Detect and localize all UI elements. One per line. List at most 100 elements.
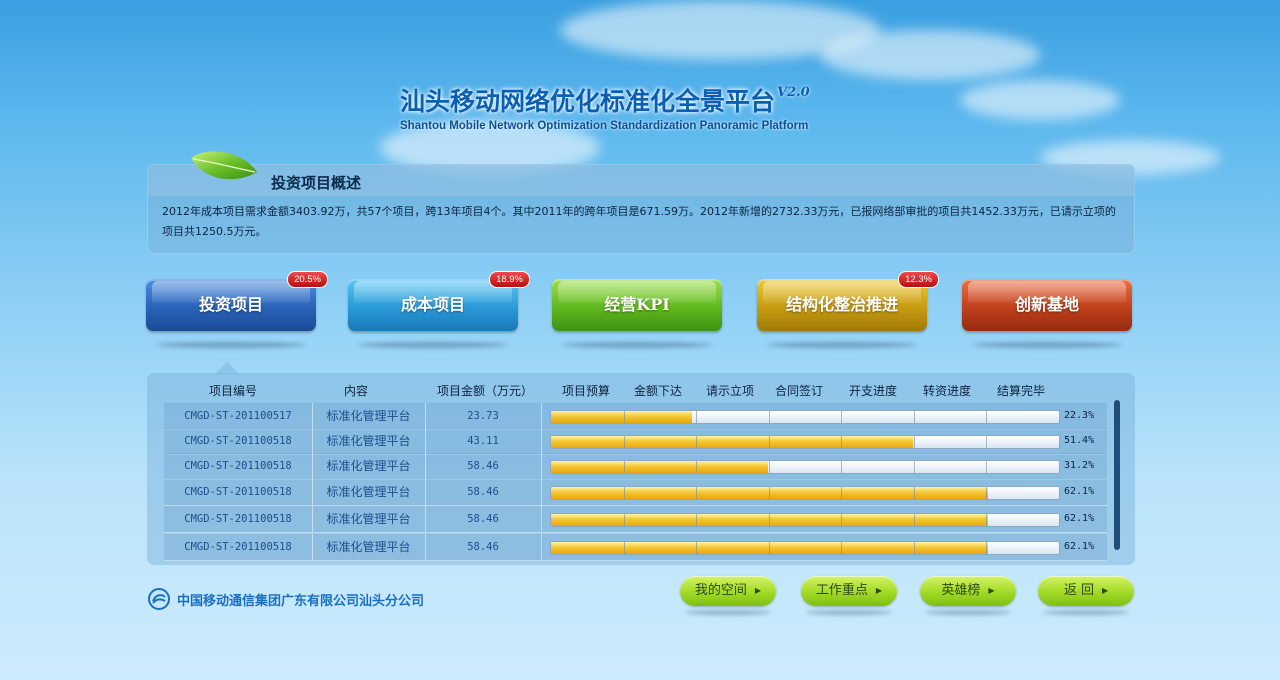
progress-fill: [551, 411, 692, 423]
my-space-button[interactable]: 我的空间 ▶: [680, 576, 776, 606]
arrow-right-icon: ▶: [754, 586, 762, 595]
button-shadow: [685, 610, 771, 615]
stage-divider: [986, 542, 988, 554]
stage-divider: [768, 436, 770, 448]
china-mobile-logo-icon: [148, 588, 170, 610]
work-focus-button[interactable]: 工作重点 ▶: [801, 576, 897, 606]
category-badge: 18.9%: [489, 271, 530, 288]
arrow-right-icon: ▶: [988, 586, 995, 595]
category-restructuring-button[interactable]: 结构化整治推进 12.3%: [757, 271, 939, 331]
project-code: CMGD-ST-201100518: [164, 534, 313, 560]
stage-divider: [696, 514, 698, 526]
stage-divider: [913, 461, 915, 473]
category-badge: 20.5%: [287, 271, 328, 288]
table-row[interactable]: CMGD-ST-201100518 标准化管理平台 58.46 62.1%: [164, 479, 1107, 506]
platform-title: 汕头移动网络优化标准化全景平台: [400, 87, 776, 116]
progress-bar: [550, 460, 1060, 474]
table-row[interactable]: CMGD-ST-201100518 标准化管理平台 58.46 62.1%: [164, 506, 1107, 533]
progress-bar: [550, 541, 1060, 555]
overview-panel: 投资项目概述 2012年成本项目需求金额3403.92万，共57个项目，跨13年…: [147, 151, 1135, 254]
button-shadow: [1043, 610, 1129, 615]
platform-header: 汕头移动网络优化标准化全景平台 V2.0 Shantou Mobile Netwo…: [400, 82, 870, 132]
stage-divider: [768, 411, 770, 423]
overview-title: 投资项目概述: [271, 174, 362, 192]
stage-divider: [841, 514, 843, 526]
category-label: 经营KPI: [604, 295, 670, 314]
table-row[interactable]: CMGD-ST-201100518 标准化管理平台 43.11 51.4%: [164, 428, 1107, 455]
table-row[interactable]: CMGD-ST-201100518 标准化管理平台 58.46 31.2%: [164, 453, 1107, 480]
progress-percent: 62.1%: [1064, 541, 1095, 552]
header-approval: 请示立项: [706, 384, 755, 398]
table-row[interactable]: CMGD-ST-201100517 标准化管理平台 23.73 22.3%: [164, 403, 1107, 430]
leaf-icon: [191, 151, 257, 180]
stage-divider: [841, 487, 843, 499]
category-label: 成本项目: [400, 295, 465, 314]
progress-fill: [551, 461, 768, 473]
background-cloud: [820, 30, 1040, 80]
button-shadow: [562, 342, 712, 348]
progress-percent: 51.4%: [1064, 435, 1095, 446]
stage-divider: [986, 514, 988, 526]
project-code: CMGD-ST-201100518: [164, 428, 313, 454]
progress-bar: [550, 435, 1060, 449]
nav-label: 我的空间: [694, 583, 747, 598]
back-button[interactable]: 返 回 ▶: [1038, 576, 1134, 606]
progress-bar: [550, 410, 1060, 424]
category-badge: 12.3%: [898, 271, 939, 288]
project-amount: 58.46: [425, 534, 542, 560]
progress-bar: [550, 513, 1060, 527]
table-scrollbar[interactable]: [1114, 400, 1120, 550]
progress-fill: [551, 436, 914, 448]
stage-divider: [986, 411, 988, 423]
stage-divider: [986, 461, 988, 473]
header-issued: 金额下达: [634, 384, 683, 398]
progress-percent: 62.1%: [1064, 513, 1095, 524]
project-code: CMGD-ST-201100518: [164, 479, 313, 505]
stage-divider: [768, 487, 770, 499]
stage-divider: [913, 514, 915, 526]
header-expenditure: 开支进度: [849, 384, 898, 398]
platform-version: V2.0: [777, 85, 810, 100]
nav-label: 英雄榜: [941, 583, 981, 598]
stage-divider: [841, 411, 843, 423]
category-kpi-button[interactable]: 经营KPI: [552, 279, 722, 331]
project-amount: 23.73: [425, 403, 542, 429]
category-cost-button[interactable]: 成本项目 18.9%: [348, 271, 530, 331]
stage-divider: [696, 487, 698, 499]
stage-divider: [768, 461, 770, 473]
stage-divider: [841, 436, 843, 448]
stage-divider: [841, 542, 843, 554]
stage-divider: [623, 411, 625, 423]
category-label: 投资项目: [198, 295, 263, 314]
progress-bar: [550, 486, 1060, 500]
project-content: 标准化管理平台: [312, 453, 426, 479]
header-asset-transfer: 转资进度: [923, 384, 972, 398]
project-content: 标准化管理平台: [312, 534, 426, 560]
stage-divider: [696, 411, 698, 423]
category-innovation-button[interactable]: 创新基地: [962, 279, 1132, 331]
background-cloud: [960, 80, 1120, 120]
stage-divider: [623, 514, 625, 526]
button-shadow: [806, 610, 892, 615]
project-amount: 58.46: [425, 479, 542, 505]
stage-divider: [986, 436, 988, 448]
project-code: CMGD-ST-201100518: [164, 453, 313, 479]
progress-percent: 31.2%: [1064, 460, 1095, 471]
project-content: 标准化管理平台: [312, 428, 426, 454]
header-budget: 项目预算: [562, 384, 611, 398]
project-code: CMGD-ST-201100517: [164, 403, 313, 429]
stage-divider: [623, 542, 625, 554]
header-content: 内容: [344, 384, 369, 398]
category-investment-button[interactable]: 投资项目 20.5%: [146, 271, 328, 331]
stage-divider: [986, 487, 988, 499]
stage-divider: [913, 411, 915, 423]
header-contract: 合同签订: [775, 384, 824, 398]
table-row[interactable]: CMGD-ST-201100518 标准化管理平台 58.46 62.1%: [164, 534, 1107, 561]
stage-divider: [913, 487, 915, 499]
category-label: 创新基地: [1014, 295, 1079, 314]
stage-divider: [913, 542, 915, 554]
stage-divider: [768, 514, 770, 526]
platform-title-english: Shantou Mobile Network Optimization Stan…: [400, 120, 809, 132]
stage-divider: [696, 436, 698, 448]
hero-board-button[interactable]: 英雄榜 ▶: [920, 576, 1016, 606]
